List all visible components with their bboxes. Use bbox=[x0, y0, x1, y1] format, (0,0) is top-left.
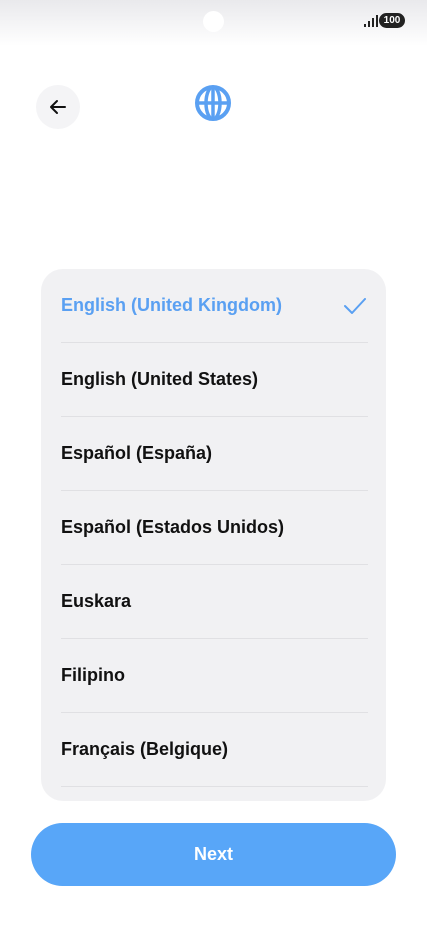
language-label: English (United States) bbox=[61, 369, 259, 389]
language-list: English (United Kingdom) English (United… bbox=[41, 269, 386, 801]
language-item-euskara[interactable]: Euskara bbox=[61, 565, 368, 639]
language-label: English (United Kingdom) bbox=[61, 295, 282, 315]
language-item-espanol-espana[interactable]: Español (España) bbox=[61, 417, 368, 491]
language-item-francais-belgique[interactable]: Français (Belgique) bbox=[61, 713, 368, 787]
next-button[interactable]: Next bbox=[31, 823, 396, 886]
language-label: Euskara bbox=[61, 591, 132, 611]
battery-icon: 100 bbox=[379, 13, 405, 28]
status-bar: 100 bbox=[0, 0, 427, 46]
screen: 100 English (United Kingdom) English (Un… bbox=[0, 0, 427, 926]
camera-cutout bbox=[203, 11, 224, 32]
back-button[interactable] bbox=[36, 85, 80, 129]
language-label: Français (Belgique) bbox=[61, 739, 229, 759]
checkmark-icon bbox=[344, 297, 366, 314]
signal-icon bbox=[364, 15, 378, 27]
language-item-espanol-estados-unidos[interactable]: Español (Estados Unidos) bbox=[61, 491, 368, 565]
language-label: Español (España) bbox=[61, 443, 213, 463]
language-label: Español (Estados Unidos) bbox=[61, 517, 285, 537]
language-label: Filipino bbox=[61, 665, 125, 685]
language-item-filipino[interactable]: Filipino bbox=[61, 639, 368, 713]
arrow-left-icon bbox=[50, 100, 66, 114]
language-item-english-us[interactable]: English (United States) bbox=[61, 343, 368, 417]
language-item-english-uk[interactable]: English (United Kingdom) bbox=[61, 269, 368, 343]
globe-icon bbox=[195, 85, 231, 121]
